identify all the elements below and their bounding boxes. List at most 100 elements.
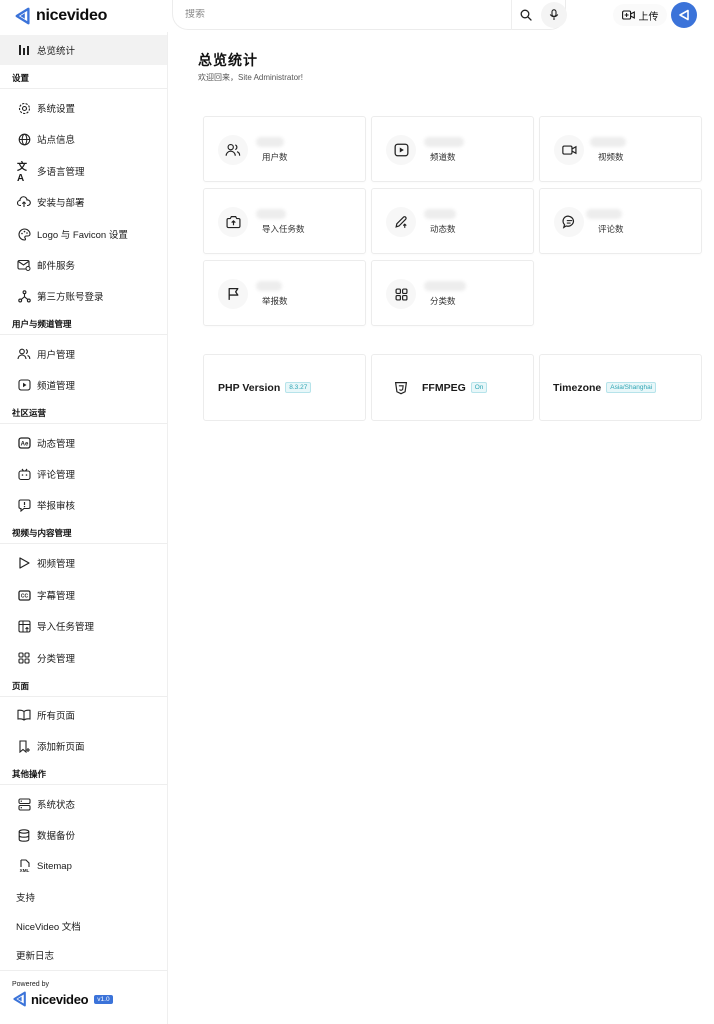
sidebar-label: Logo 与 Favicon 设置: [37, 230, 128, 241]
sidebar-item-logo-favicon[interactable]: Logo 与 Favicon 设置: [0, 219, 167, 249]
system-name: Timezone: [553, 381, 602, 394]
system-name: PHP Version: [218, 381, 281, 394]
comment-icon: [17, 467, 31, 481]
search-icon: [520, 9, 532, 21]
stat-label: 评论数: [598, 224, 624, 234]
powered-by-text: Powered by: [12, 981, 49, 988]
pen-icon: [386, 207, 416, 237]
sidebar-footer: Powered by nicevideo v1.0: [0, 970, 167, 1024]
search-bar: [172, 0, 567, 30]
upload-button[interactable]: 上传: [613, 4, 667, 26]
sidebar-label: 举报审核: [37, 501, 76, 512]
play-square-icon: [386, 135, 416, 165]
sidebar-item-import-tasks[interactable]: 导入任务管理: [0, 611, 167, 641]
sidebar-label: 多语言管理: [37, 167, 85, 178]
section-community: 社区运营: [0, 402, 167, 424]
search-input[interactable]: [173, 9, 503, 20]
stat-card-channels[interactable]: 频道数: [371, 116, 534, 182]
logo-icon: [15, 7, 30, 25]
sidebar-item-changelog[interactable]: 更新日志: [0, 940, 167, 970]
section-video-content: 视频与内容管理: [0, 522, 167, 544]
post-icon: Ae: [17, 436, 31, 450]
voice-search-button[interactable]: [541, 2, 567, 28]
stat-label: 动态数: [430, 224, 456, 234]
upload-label: 上传: [638, 11, 659, 23]
sidebar-item-backup[interactable]: 数据备份: [0, 820, 167, 850]
sidebar-item-add-page[interactable]: 添加新页面: [0, 731, 167, 761]
sidebar-item-third-party-login[interactable]: 第三方账号登录: [0, 281, 167, 311]
sidebar-label: 视频管理: [37, 559, 76, 570]
sidebar-item-overview[interactable]: 总览统计: [0, 35, 167, 65]
search-button[interactable]: [511, 0, 539, 30]
play-square-icon: [17, 378, 31, 392]
sidebar-item-support[interactable]: 支持: [0, 882, 167, 912]
system-card-timezone: Timezone Asia/Shanghai: [539, 354, 702, 421]
sidebar-label: 动态管理: [37, 439, 76, 450]
sidebar-item-channels[interactable]: 频道管理: [0, 370, 167, 400]
stat-label: 频道数: [430, 152, 456, 162]
sidebar-item-videos[interactable]: 视频管理: [0, 548, 167, 578]
camera-upload-icon: [218, 207, 248, 237]
sidebar-item-sitemap[interactable]: XML Sitemap: [0, 851, 167, 881]
section-settings: 设置: [0, 67, 167, 89]
sidebar-label: 系统状态: [37, 800, 76, 811]
sidebar-label: Sitemap: [37, 860, 72, 872]
timezone-badge: Asia/Shanghai: [606, 382, 657, 393]
user-avatar[interactable]: [671, 2, 697, 28]
users-icon: [17, 347, 31, 361]
sidebar: 总览统计 设置 系统设置 站点信息 文A 多语言管理 安装与部署 Logo 与 …: [0, 32, 168, 1024]
stat-label: 举报数: [262, 296, 288, 306]
play-icon: [17, 556, 31, 570]
stat-card-categories[interactable]: 分类数: [371, 260, 534, 326]
sidebar-item-all-pages[interactable]: 所有页面: [0, 700, 167, 730]
sidebar-item-categories[interactable]: 分类管理: [0, 643, 167, 673]
sidebar-item-subtitles[interactable]: CC 字幕管理: [0, 580, 167, 610]
alert-message-icon: [17, 498, 31, 512]
sidebar-label: 评论管理: [37, 470, 76, 481]
sidebar-item-install[interactable]: 安装与部署: [0, 187, 167, 217]
sidebar-label: 字幕管理: [37, 591, 76, 602]
sidebar-item-site-info[interactable]: 站点信息: [0, 124, 167, 154]
sidebar-item-users[interactable]: 用户管理: [0, 339, 167, 369]
bookmark-plus-icon: [17, 739, 31, 753]
sidebar-item-mail[interactable]: 邮件服务: [0, 250, 167, 280]
stat-label: 用户数: [262, 152, 288, 162]
sidebar-label: 总览统计: [37, 46, 76, 57]
sidebar-label: 邮件服务: [37, 261, 76, 272]
sidebar-label: 频道管理: [37, 381, 76, 392]
table-import-icon: [17, 619, 31, 633]
sidebar-item-system-status[interactable]: 系统状态: [0, 789, 167, 819]
stat-card-reports[interactable]: 举报数: [203, 260, 366, 326]
sidebar-item-reports[interactable]: 举报审核: [0, 490, 167, 520]
stat-card-users[interactable]: 用户数: [203, 116, 366, 182]
users-icon: [218, 135, 248, 165]
chat-icon: [554, 207, 584, 237]
section-users-channels: 用户与频道管理: [0, 313, 167, 335]
sidebar-item-multilang[interactable]: 文A 多语言管理: [0, 156, 167, 186]
sidebar-item-docs[interactable]: NiceVideo 文档: [0, 911, 167, 941]
sidebar-label: 站点信息: [37, 135, 76, 146]
grid-icon: [17, 651, 31, 665]
page-subtitle: 欢迎回来，Site Administrator!: [198, 73, 303, 82]
sidebar-item-posts[interactable]: Ae 动态管理: [0, 428, 167, 458]
avatar-logo-icon: [679, 9, 689, 21]
sidebar-item-system-settings[interactable]: 系统设置: [0, 93, 167, 123]
stat-card-posts[interactable]: 动态数: [371, 188, 534, 254]
sidebar-label: 系统设置: [37, 104, 76, 115]
stat-label: 分类数: [430, 296, 456, 306]
footer-logo[interactable]: nicevideo v1.0: [12, 991, 113, 1007]
footer-logo-text: nicevideo: [31, 991, 89, 1007]
logo[interactable]: nicevideo: [14, 6, 107, 26]
main-content: 总览统计 欢迎回来，Site Administrator! 用户数 频道数 视频…: [168, 32, 714, 1024]
stat-card-videos[interactable]: 视频数: [539, 116, 702, 182]
system-card-php: PHP Version 8.3.27: [203, 354, 366, 421]
video-plus-icon: [621, 10, 635, 20]
php-version-badge: 8.3.27: [285, 382, 312, 393]
sidebar-item-comments[interactable]: 评论管理: [0, 459, 167, 489]
sidebar-label: 添加新页面: [37, 742, 85, 753]
version-badge: v1.0: [94, 994, 113, 1004]
logo-text: nicevideo: [36, 7, 108, 24]
stat-card-comments[interactable]: 评论数: [539, 188, 702, 254]
section-other: 其他操作: [0, 763, 167, 785]
stat-card-import-tasks[interactable]: 导入任务数: [203, 188, 366, 254]
